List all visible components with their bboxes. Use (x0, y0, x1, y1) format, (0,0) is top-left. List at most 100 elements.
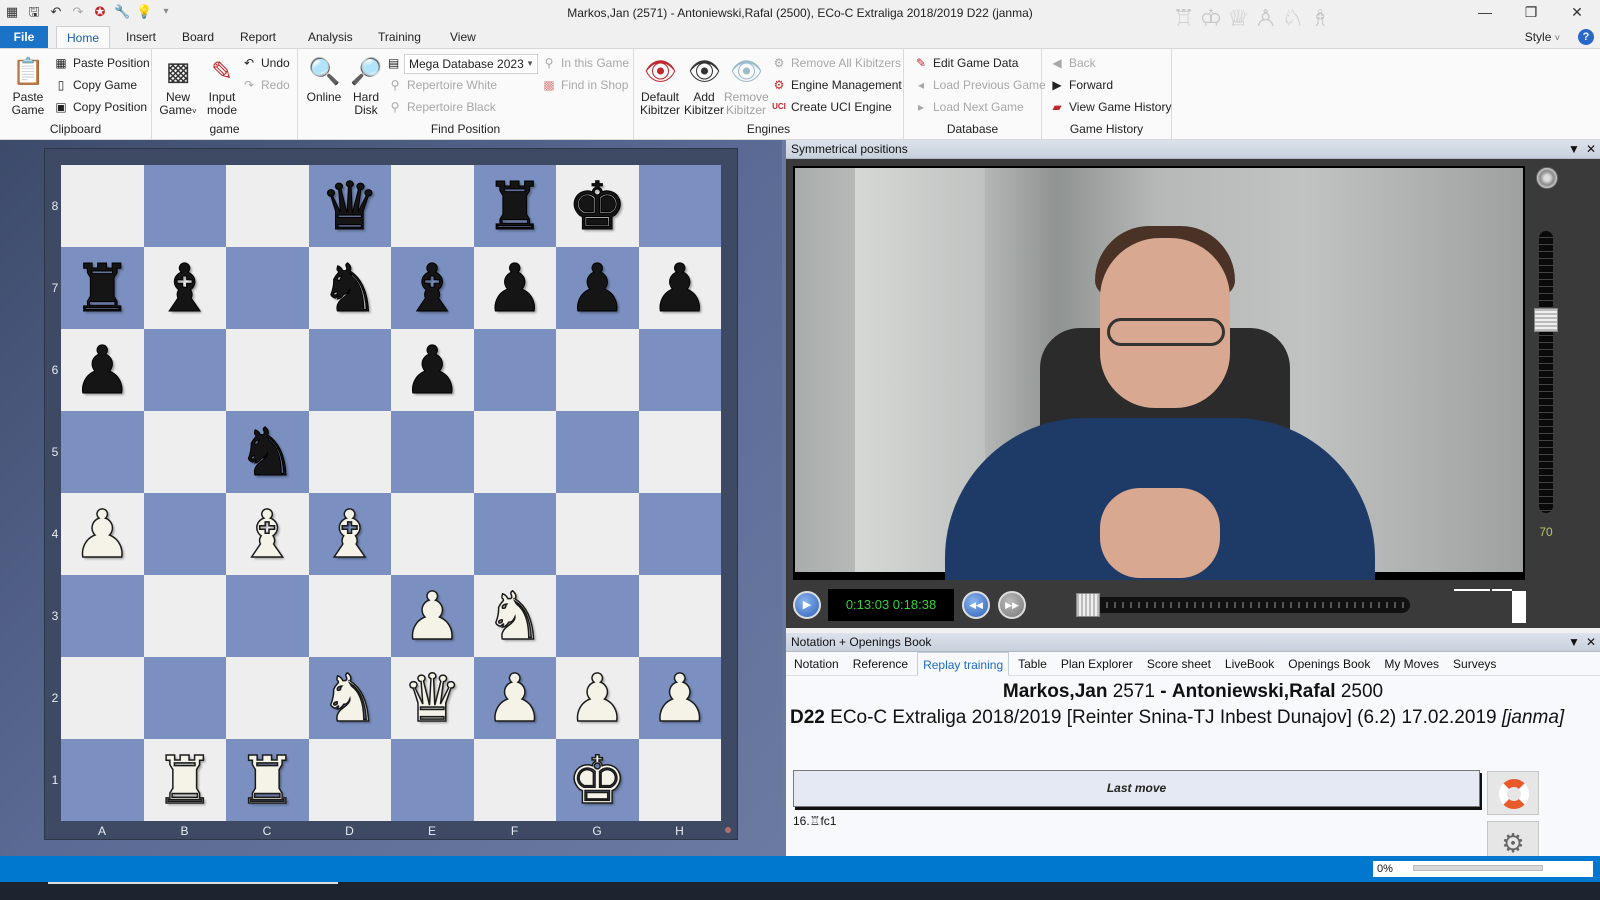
speaker-icon[interactable] (1536, 167, 1558, 189)
square-b6[interactable] (143, 329, 226, 411)
create-uci-engine-button[interactable]: UCI Create UCI Engine (772, 98, 892, 116)
pane-menu-icon[interactable]: ▼ (1568, 633, 1580, 652)
tab-surveys[interactable]: Surveys (1448, 652, 1501, 676)
square-b3[interactable] (143, 575, 226, 657)
load-previous-game-button[interactable]: ◂ Load Previous Game (914, 76, 1046, 94)
input-mode-button[interactable]: ✎ Input mode (202, 55, 242, 117)
square-d3[interactable] (308, 575, 391, 657)
style-dropdown[interactable]: Style ˅ (1525, 30, 1560, 44)
in-this-game-button[interactable]: ⚲ In this Game (542, 54, 629, 72)
help-lifebuoy-button[interactable] (1487, 771, 1539, 815)
square-c7[interactable] (226, 247, 309, 329)
seek-bar-thumb[interactable] (1076, 593, 1100, 617)
view-game-history-button[interactable]: ▰ View Game History (1050, 98, 1171, 116)
square-b5[interactable] (143, 411, 226, 493)
white-knight-piece[interactable]: ♞ (319, 664, 380, 732)
square-e5[interactable] (391, 411, 474, 493)
square-d2[interactable]: ♞ (308, 657, 391, 739)
square-b7[interactable]: ♝ (143, 247, 226, 329)
square-h1[interactable] (638, 739, 721, 821)
square-f7[interactable]: ♟ (473, 247, 556, 329)
redo-button[interactable]: ↷ Redo (242, 76, 290, 94)
black-player[interactable]: Antoniewski,Rafal (1172, 681, 1336, 702)
tab-table[interactable]: Table (1013, 652, 1052, 676)
white-pawn-piece[interactable]: ♟ (567, 664, 628, 732)
volume-slider-thumb[interactable] (1534, 308, 1558, 332)
tab-reference[interactable]: Reference (848, 652, 913, 676)
white-rook-piece[interactable]: ♜ (237, 746, 298, 814)
tab-score-sheet[interactable]: Score sheet (1142, 652, 1216, 676)
square-a8[interactable] (61, 165, 144, 247)
square-e3[interactable]: ♟ (391, 575, 474, 657)
square-h6[interactable] (638, 329, 721, 411)
black-pawn-piece[interactable]: ♟ (72, 337, 132, 404)
black-knight-piece[interactable]: ♞ (320, 255, 380, 322)
square-c8[interactable] (226, 165, 309, 247)
square-b1[interactable]: ♜ (143, 739, 226, 821)
pane-close-icon[interactable]: ✕ (1586, 633, 1596, 652)
chess-board[interactable]: ♛ ♜ ♚ ♜ ♝ ♞ ♝ ♟ ♟ ♟ ♟ ♟ ♞ ♟ ♝ ♝ ♟ ♞ ♞ ♛ ♟ ♟ ♟ ♜ ♜ ♚ (61, 165, 721, 821)
square-c4[interactable]: ♝ (226, 493, 309, 575)
black-pawn-piece[interactable]: ♟ (485, 255, 545, 322)
copy-position-button[interactable]: ▣ Copy Position (54, 98, 147, 116)
black-pawn-piece[interactable]: ♟ (567, 255, 627, 322)
forward-button[interactable]: ▶ Forward (1050, 76, 1113, 94)
black-bishop-piece[interactable]: ♝ (155, 255, 215, 322)
square-e8[interactable] (391, 165, 474, 247)
square-f5[interactable] (473, 411, 556, 493)
square-f4[interactable] (473, 493, 556, 575)
square-a3[interactable] (61, 575, 144, 657)
tab-replay-training[interactable]: Replay training (917, 651, 1010, 676)
square-g5[interactable] (556, 411, 639, 493)
square-a5[interactable] (61, 411, 144, 493)
tab-training[interactable]: Training (368, 26, 431, 48)
tab-home[interactable]: Home (56, 26, 111, 48)
restore-button[interactable]: ❐ (1508, 0, 1554, 26)
help-icon[interactable]: ? (1578, 29, 1594, 45)
close-button[interactable]: ✕ (1554, 0, 1600, 26)
square-b2[interactable] (143, 657, 226, 739)
tab-board[interactable]: Board (172, 26, 224, 48)
square-b8[interactable] (143, 165, 226, 247)
white-pawn-piece[interactable]: ♟ (649, 664, 710, 732)
square-g1[interactable]: ♚ (556, 739, 639, 821)
square-d1[interactable] (308, 739, 391, 821)
last-move-button[interactable]: Last move (793, 770, 1480, 807)
database-select[interactable]: Mega Database 2023 ▼ (404, 54, 538, 74)
square-g6[interactable] (556, 329, 639, 411)
black-queen-piece[interactable]: ♛ (320, 173, 380, 240)
square-e4[interactable] (391, 493, 474, 575)
black-pawn-piece[interactable]: ♟ (402, 337, 462, 404)
fast-forward-button[interactable]: ▶▶ (998, 591, 1026, 619)
black-pawn-piece[interactable]: ♟ (650, 255, 710, 322)
volume-slider[interactable] (1534, 231, 1558, 513)
square-a2[interactable] (61, 657, 144, 739)
square-c6[interactable] (226, 329, 309, 411)
paste-position-button[interactable]: ▦ Paste Position (54, 54, 149, 72)
square-e2[interactable]: ♛ (391, 657, 474, 739)
square-g3[interactable] (556, 575, 639, 657)
play-button[interactable]: ▶ (793, 591, 821, 619)
square-h8[interactable] (638, 165, 721, 247)
white-rook-piece[interactable]: ♜ (154, 746, 215, 814)
tab-insert[interactable]: Insert (116, 26, 166, 48)
square-f8[interactable]: ♜ (473, 165, 556, 247)
white-pawn-piece[interactable]: ♟ (402, 582, 463, 650)
square-e6[interactable]: ♟ (391, 329, 474, 411)
tab-analysis[interactable]: Analysis (298, 26, 363, 48)
square-f1[interactable] (473, 739, 556, 821)
white-king-piece[interactable]: ♚ (567, 746, 628, 814)
default-kibitzer-button[interactable]: 👁 Default Kibitzer (638, 55, 682, 117)
tab-plan-explorer[interactable]: Plan Explorer (1056, 652, 1138, 676)
white-bishop-piece[interactable]: ♝ (319, 500, 380, 568)
square-g2[interactable]: ♟ (556, 657, 639, 739)
square-a1[interactable] (61, 739, 144, 821)
square-d6[interactable] (308, 329, 391, 411)
remove-kibitzer-button[interactable]: 👁 Remove Kibitzer (724, 55, 769, 117)
white-player[interactable]: Markos,Jan (1003, 681, 1108, 702)
seek-bar[interactable] (1076, 593, 1410, 617)
square-h3[interactable] (638, 575, 721, 657)
engine-management-button[interactable]: ⚙ Engine Management (772, 76, 902, 94)
square-f2[interactable]: ♟ (473, 657, 556, 739)
square-g7[interactable]: ♟ (556, 247, 639, 329)
